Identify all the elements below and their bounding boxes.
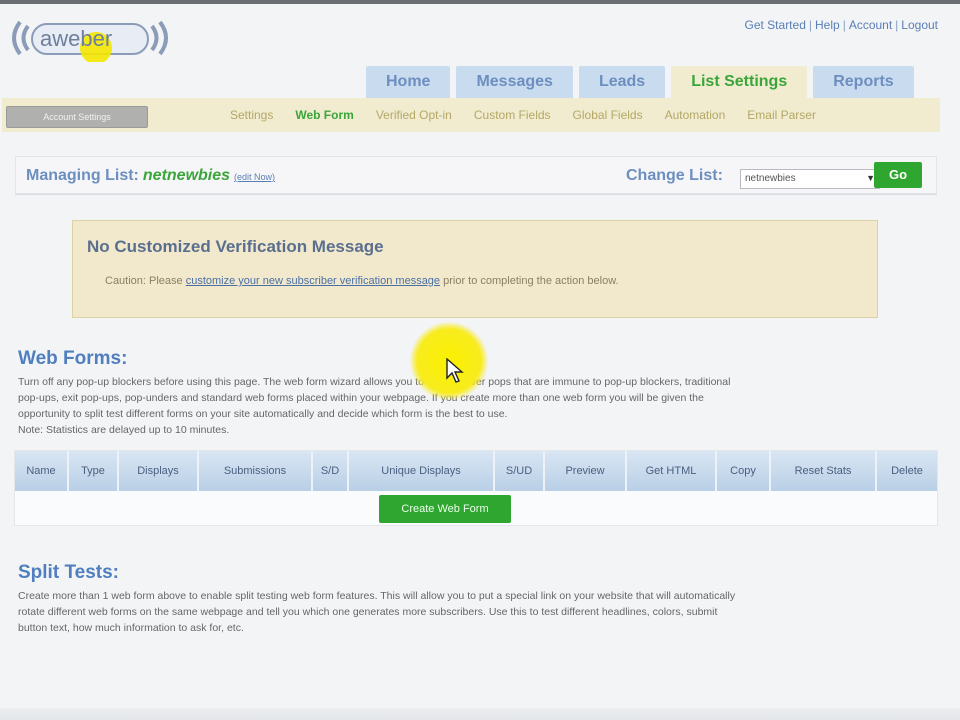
col-reset-stats[interactable]: Reset Stats <box>771 451 877 491</box>
subnav-email-parser[interactable]: Email Parser <box>747 108 816 122</box>
col-unique-displays[interactable]: Unique Displays <box>349 451 495 491</box>
tab-home[interactable]: Home <box>366 66 451 98</box>
web-forms-line: opportunity to split test different form… <box>18 408 508 420</box>
current-list-name: netnewbies <box>142 167 231 184</box>
browser-page: aweber Get Started | Help | Account | Logout H… <box>0 0 960 720</box>
tab-messages[interactable]: Messages <box>456 66 573 98</box>
link-account[interactable]: Account <box>849 18 892 32</box>
subnav-settings[interactable]: Settings <box>230 108 273 122</box>
page-footer-strip <box>0 708 960 720</box>
col-type[interactable]: Type <box>69 451 119 491</box>
split-tests-line: rotate different web forms on the same w… <box>18 606 718 618</box>
subnav-links: Settings Web Form Verified Opt-in Custom… <box>230 108 816 122</box>
col-submissions[interactable]: Submissions <box>199 451 313 491</box>
aweber-logo[interactable]: aweber <box>6 14 174 64</box>
col-get-html[interactable]: Get HTML <box>627 451 717 491</box>
managing-list-prefix: Managing List: <box>26 167 139 184</box>
main-tabs: Home Messages Leads List Settings Report… <box>366 66 914 98</box>
col-sd[interactable]: S/D <box>313 451 349 491</box>
split-tests-line: button text, how much information to ask… <box>18 622 244 634</box>
web-forms-line: Note: Statistics are delayed up to 10 mi… <box>18 424 230 436</box>
web-forms-table-header: Name Type Displays Submissions S/D Uniqu… <box>15 451 937 491</box>
subnav-web-form[interactable]: Web Form <box>295 108 353 122</box>
col-displays[interactable]: Displays <box>119 451 199 491</box>
customize-verification-link[interactable]: customize your new subscriber verificati… <box>186 275 440 287</box>
warning-prefix: Caution: Please <box>105 275 186 287</box>
subnav-global-fields[interactable]: Global Fields <box>573 108 643 122</box>
mouse-pointer-icon <box>446 358 464 383</box>
change-list-label: Change List: <box>626 167 723 184</box>
selected-list-value: netnewbies <box>745 173 796 184</box>
warning-title: No Customized Verification Message <box>87 237 384 256</box>
split-tests-title: Split Tests: <box>18 562 119 583</box>
managing-list-bar: Managing List: netnewbies (edit Now) Chang… <box>15 156 937 194</box>
managing-list-label: Managing List: netnewbies (edit Now) <box>26 167 275 185</box>
create-web-form-button[interactable]: Create Web Form <box>379 495 511 523</box>
edit-list-link[interactable]: (edit Now) <box>234 172 275 182</box>
web-forms-table: Name Type Displays Submissions S/D Uniqu… <box>14 450 938 526</box>
subnav-automation[interactable]: Automation <box>665 108 726 122</box>
tab-reports[interactable]: Reports <box>813 66 914 98</box>
tab-leads[interactable]: Leads <box>578 66 666 98</box>
subnav-bar: Account Settings Settings Web Form Verif… <box>2 98 940 132</box>
split-tests-description: Create more than 1 web form above to ena… <box>18 588 928 636</box>
col-preview[interactable]: Preview <box>545 451 627 491</box>
col-sud[interactable]: S/UD <box>495 451 545 491</box>
change-list-select[interactable]: netnewbies ▼ <box>740 169 880 189</box>
subnav-verified-opt-in[interactable]: Verified Opt-in <box>376 108 452 122</box>
col-name[interactable]: Name <box>15 451 69 491</box>
subnav-custom-fields[interactable]: Custom Fields <box>474 108 551 122</box>
top-links: Get Started | Help | Account | Logout <box>744 18 939 32</box>
web-forms-title: Web Forms: <box>18 348 128 369</box>
link-logout[interactable]: Logout <box>901 18 938 32</box>
web-forms-line: pop-ups, exit pop-ups, pop-unders and st… <box>18 392 704 404</box>
go-button[interactable]: Go <box>874 162 922 188</box>
link-get-started[interactable]: Get Started <box>745 18 806 32</box>
split-tests-line: Create more than 1 web form above to ena… <box>18 590 736 602</box>
col-copy[interactable]: Copy <box>717 451 771 491</box>
link-help[interactable]: Help <box>815 18 840 32</box>
tab-list-settings[interactable]: List Settings <box>671 66 808 98</box>
warning-text: Caution: Please customize your new subsc… <box>105 275 619 287</box>
logo-text: aweber <box>40 26 113 51</box>
account-settings-button[interactable]: Account Settings <box>6 106 148 128</box>
verification-warning-box: No Customized Verification Message Cauti… <box>72 220 878 318</box>
col-delete[interactable]: Delete <box>877 451 937 491</box>
warning-suffix: prior to completing the action below. <box>440 275 619 287</box>
